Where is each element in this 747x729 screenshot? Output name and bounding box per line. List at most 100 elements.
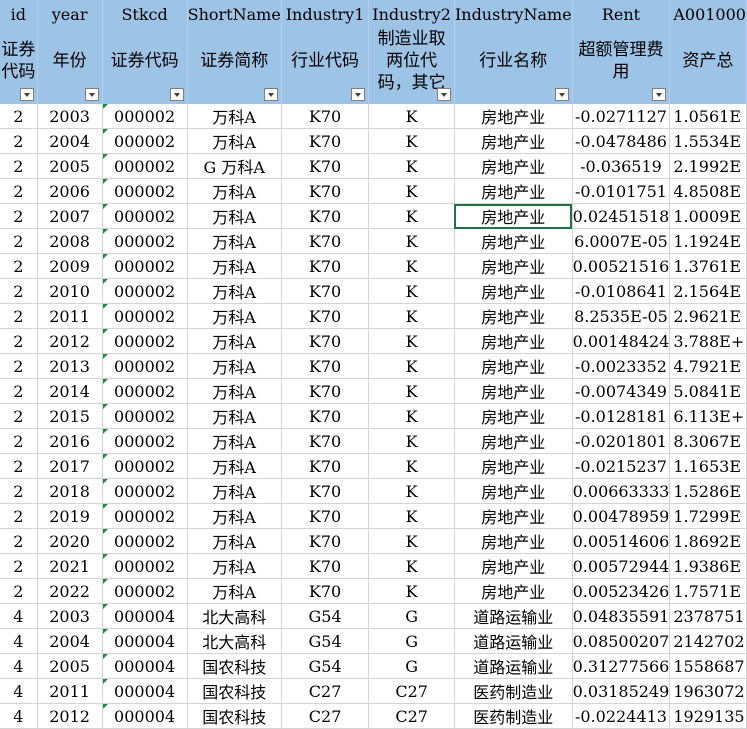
cell-short-name[interactable]: 北大高科: [187, 628, 282, 654]
cell-stkcd[interactable]: 000002: [102, 553, 188, 579]
cell-industry2[interactable]: K: [368, 203, 455, 229]
cell-industry1[interactable]: K70: [281, 478, 370, 504]
cell-rent[interactable]: 0.08500207: [572, 628, 671, 654]
cell-short-name[interactable]: 北大高科: [187, 603, 282, 629]
cell-rent[interactable]: -0.0271127: [572, 104, 671, 129]
cell-industry2[interactable]: K: [368, 428, 455, 454]
cell-industry-name[interactable]: 道路运输业: [454, 603, 573, 629]
cell-a001000[interactable]: 8.3067E: [669, 428, 747, 454]
cell-industry-name[interactable]: 房地产业: [454, 278, 573, 304]
cell-a001000[interactable]: 1.5286E: [669, 478, 747, 504]
cell-a001000[interactable]: 1.0561E: [669, 104, 747, 129]
cell-rent[interactable]: -0.036519: [572, 153, 671, 179]
cell-id[interactable]: 2: [0, 228, 38, 254]
cell-id[interactable]: 2: [0, 403, 38, 429]
cell-a001000[interactable]: 2.1992E: [669, 153, 747, 179]
header-industry2[interactable]: Industry2: [368, 0, 455, 28]
cell-year[interactable]: 2004: [37, 628, 103, 654]
cell-industry1[interactable]: G54: [281, 603, 370, 629]
cell-id[interactable]: 4: [0, 628, 38, 654]
cell-a001000[interactable]: 3.788E+: [669, 328, 747, 354]
cell-industry-name[interactable]: 房地产业: [454, 503, 573, 529]
cell-industry2[interactable]: K: [368, 453, 455, 479]
cell-id[interactable]: 2: [0, 378, 38, 404]
cell-short-name[interactable]: 万科A: [187, 128, 282, 154]
header-industry1[interactable]: Industry1: [281, 0, 370, 28]
cell-industry2[interactable]: K: [368, 503, 455, 529]
cell-industry1[interactable]: K70: [281, 553, 370, 579]
cell-industry1[interactable]: K70: [281, 528, 370, 554]
filter-dropdown-icon[interactable]: [351, 88, 366, 101]
cell-industry2[interactable]: K: [368, 178, 455, 204]
cell-short-name[interactable]: 万科A: [187, 278, 282, 304]
cell-stkcd[interactable]: 000002: [102, 453, 188, 479]
cell-stkcd[interactable]: 000002: [102, 353, 188, 379]
cell-id[interactable]: 2: [0, 153, 38, 179]
cell-a001000[interactable]: 1.1924E: [669, 228, 747, 254]
cell-year[interactable]: 2005: [37, 653, 103, 679]
cell-short-name[interactable]: 国农科技: [187, 653, 282, 679]
cell-id[interactable]: 2: [0, 503, 38, 529]
cell-id[interactable]: 2: [0, 553, 38, 579]
cell-industry2[interactable]: G: [368, 628, 455, 654]
cell-short-name[interactable]: 万科A: [187, 353, 282, 379]
cell-a001000[interactable]: 2378751: [669, 603, 747, 629]
cell-rent[interactable]: 0.00521516: [572, 253, 671, 279]
cell-industry-name[interactable]: 房地产业: [454, 203, 573, 229]
cell-industry1[interactable]: K70: [281, 428, 370, 454]
cell-short-name[interactable]: 万科A: [187, 428, 282, 454]
cell-short-name[interactable]: 万科A: [187, 553, 282, 579]
cell-rent[interactable]: 0.00663333: [572, 478, 671, 504]
cell-rent[interactable]: -0.0201801: [572, 428, 671, 454]
cell-id[interactable]: 2: [0, 278, 38, 304]
cell-stkcd[interactable]: 000004: [102, 653, 188, 679]
header-cn-stkcd[interactable]: 证券代码: [102, 28, 188, 104]
cell-rent[interactable]: 0.03185249: [572, 678, 671, 704]
cell-rent[interactable]: -0.0215237: [572, 453, 671, 479]
cell-industry2[interactable]: C27: [368, 678, 455, 704]
cell-industry-name[interactable]: 房地产业: [454, 104, 573, 129]
cell-rent[interactable]: -0.0128181: [572, 403, 671, 429]
cell-short-name[interactable]: 万科A: [187, 253, 282, 279]
cell-industry2[interactable]: K: [368, 403, 455, 429]
cell-industry1[interactable]: K70: [281, 453, 370, 479]
cell-industry2[interactable]: K: [368, 328, 455, 354]
cell-year[interactable]: 2011: [37, 678, 103, 704]
cell-stkcd[interactable]: 000002: [102, 578, 188, 604]
cell-industry2[interactable]: K: [368, 253, 455, 279]
cell-a001000[interactable]: 1.0009E: [669, 203, 747, 229]
cell-industry-name[interactable]: 房地产业: [454, 528, 573, 554]
cell-year[interactable]: 2004: [37, 128, 103, 154]
cell-stkcd[interactable]: 000002: [102, 503, 188, 529]
cell-short-name[interactable]: 万科A: [187, 503, 282, 529]
cell-industry2[interactable]: K: [368, 553, 455, 579]
cell-year[interactable]: 2003: [37, 603, 103, 629]
cell-industry2[interactable]: K: [368, 104, 455, 129]
cell-industry-name[interactable]: 医药制造业: [454, 703, 573, 729]
cell-industry-name[interactable]: 房地产业: [454, 578, 573, 604]
cell-a001000[interactable]: 1929135: [669, 703, 747, 729]
cell-rent[interactable]: 0.00572944: [572, 553, 671, 579]
cell-year[interactable]: 2012: [37, 328, 103, 354]
cell-id[interactable]: 4: [0, 603, 38, 629]
cell-id[interactable]: 2: [0, 104, 38, 129]
cell-short-name[interactable]: 万科A: [187, 303, 282, 329]
cell-year[interactable]: 2010: [37, 278, 103, 304]
cell-industry2[interactable]: K: [368, 128, 455, 154]
cell-industry1[interactable]: K70: [281, 328, 370, 354]
cell-industry1[interactable]: K70: [281, 228, 370, 254]
header-short-name[interactable]: ShortName: [187, 0, 282, 28]
cell-id[interactable]: 2: [0, 578, 38, 604]
header-cn-industry-name[interactable]: 行业名称: [454, 28, 573, 104]
cell-industry-name[interactable]: 房地产业: [454, 303, 573, 329]
cell-a001000[interactable]: 1558687: [669, 653, 747, 679]
filter-dropdown-icon[interactable]: [19, 88, 34, 101]
cell-stkcd[interactable]: 000002: [102, 128, 188, 154]
cell-industry-name[interactable]: 房地产业: [454, 128, 573, 154]
cell-industry1[interactable]: K70: [281, 104, 370, 129]
cell-short-name[interactable]: 万科A: [187, 403, 282, 429]
cell-industry1[interactable]: C27: [281, 678, 370, 704]
cell-industry1[interactable]: K70: [281, 303, 370, 329]
header-id[interactable]: id: [0, 0, 38, 28]
cell-id[interactable]: 2: [0, 203, 38, 229]
